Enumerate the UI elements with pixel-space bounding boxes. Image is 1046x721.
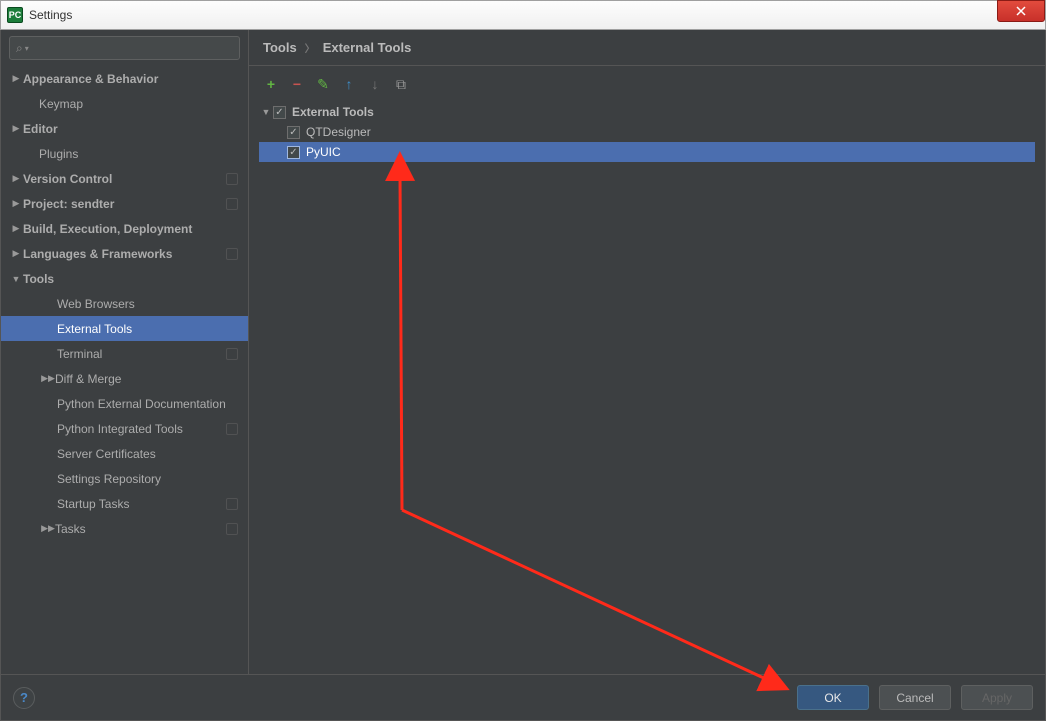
sidebar-item[interactable]: Startup Tasks [1, 491, 248, 516]
sidebar-item[interactable]: ▶Tasks [1, 516, 248, 541]
sidebar-item[interactable]: Python Integrated Tools [1, 416, 248, 441]
scope-badge-icon [226, 248, 238, 260]
sidebar-item-label: External Tools [57, 322, 132, 336]
add-button[interactable]: + [263, 76, 279, 92]
scope-badge-icon [226, 523, 238, 535]
checkbox[interactable]: ✓ [287, 126, 300, 139]
copy-button[interactable]: ⧉ [393, 76, 409, 92]
chevron-right-icon: 〉 [305, 40, 315, 55]
tool-item-label: PyUIC [306, 145, 341, 159]
chevron-icon [9, 73, 23, 84]
edit-button[interactable]: ✎ [315, 76, 331, 92]
sidebar-item-label: Languages & Frameworks [23, 247, 172, 261]
dialog-footer: ? OK Cancel Apply [1, 674, 1045, 720]
settings-container: ⌕ ▾ Appearance & Behavior Keymap Editor Plu… [0, 30, 1046, 721]
sidebar-item[interactable]: Project: sendter [1, 191, 248, 216]
sidebar-item-label: Tools [23, 272, 54, 286]
chevron-down-icon: ▾ [25, 44, 29, 53]
sidebar-item[interactable]: Editor [1, 116, 248, 141]
sidebar-item-label: Python Integrated Tools [57, 422, 183, 436]
tool-group-label: External Tools [292, 105, 374, 119]
settings-tree[interactable]: Appearance & Behavior Keymap Editor Plugins… [1, 66, 248, 674]
search-input[interactable]: ⌕ ▾ [9, 36, 240, 60]
sidebar-item-label: Python External Documentation [57, 397, 226, 411]
tool-group[interactable]: ▼✓ External Tools [259, 102, 1035, 122]
sidebar-item-label: Appearance & Behavior [23, 72, 158, 86]
chevron-icon [9, 198, 23, 209]
sidebar-item-label: Diff & Merge [55, 372, 121, 386]
sidebar-item[interactable]: Settings Repository [1, 466, 248, 491]
window-title: Settings [29, 8, 72, 22]
move-down-button[interactable]: ↓ [367, 76, 383, 92]
sidebar-item[interactable]: Terminal [1, 341, 248, 366]
chevron-icon [9, 274, 23, 284]
sidebar-item[interactable]: Tools [1, 266, 248, 291]
sidebar-item-label: Web Browsers [57, 297, 135, 311]
sidebar-item[interactable]: Web Browsers [1, 291, 248, 316]
sidebar-item-label: Version Control [23, 172, 112, 186]
chevron-icon [9, 248, 23, 259]
tool-item[interactable]: ✓ PyUIC [259, 142, 1035, 162]
chevron-icon [9, 123, 23, 134]
sidebar-item-label: Startup Tasks [57, 497, 129, 511]
window-titlebar: PC Settings [0, 0, 1046, 30]
close-icon [1016, 6, 1026, 16]
sidebar-item[interactable]: Server Certificates [1, 441, 248, 466]
sidebar-item[interactable]: Appearance & Behavior [1, 66, 248, 91]
tool-item-label: QTDesigner [306, 125, 371, 139]
search-icon: ⌕ [16, 41, 23, 56]
remove-button[interactable]: − [289, 76, 305, 92]
sidebar-item[interactable]: Keymap [1, 91, 248, 116]
sidebar-item-label: Project: sendter [23, 197, 114, 211]
toolbar: + − ✎ ↑ ↓ ⧉ [249, 70, 1045, 98]
sidebar: ⌕ ▾ Appearance & Behavior Keymap Editor Plu… [1, 30, 249, 674]
sidebar-item-label: Plugins [39, 147, 78, 161]
chevron-icon: ▶ [41, 373, 55, 384]
sidebar-item[interactable]: Python External Documentation [1, 391, 248, 416]
breadcrumb-root[interactable]: Tools [263, 40, 297, 55]
checkbox[interactable]: ✓ [287, 146, 300, 159]
scope-badge-icon [226, 198, 238, 210]
tool-item[interactable]: ✓ QTDesigner [259, 122, 1035, 142]
sidebar-item[interactable]: Languages & Frameworks [1, 241, 248, 266]
sidebar-item[interactable]: Plugins [1, 141, 248, 166]
sidebar-item-label: Settings Repository [57, 472, 161, 486]
breadcrumb: Tools 〉 External Tools [249, 30, 1045, 66]
chevron-icon: ▶ [41, 523, 55, 534]
checkbox[interactable]: ✓ [273, 106, 286, 119]
sidebar-item[interactable]: Version Control [1, 166, 248, 191]
cancel-button[interactable]: Cancel [879, 685, 951, 710]
scope-badge-icon [226, 423, 238, 435]
chevron-down-icon: ▼ [259, 107, 273, 117]
chevron-icon [9, 223, 23, 234]
app-icon: PC [7, 7, 23, 23]
sidebar-item-label: Build, Execution, Deployment [23, 222, 192, 236]
sidebar-item-label: Editor [23, 122, 58, 136]
close-button[interactable] [997, 0, 1045, 22]
sidebar-item[interactable]: Build, Execution, Deployment [1, 216, 248, 241]
sidebar-item-label: Tasks [55, 522, 86, 536]
scope-badge-icon [226, 173, 238, 185]
apply-button[interactable]: Apply [961, 685, 1033, 710]
scope-badge-icon [226, 348, 238, 360]
sidebar-item-label: Terminal [57, 347, 102, 361]
help-button[interactable]: ? [13, 687, 35, 709]
sidebar-item-label: Server Certificates [57, 447, 156, 461]
chevron-icon [9, 173, 23, 184]
sidebar-item-label: Keymap [39, 97, 83, 111]
sidebar-item[interactable]: External Tools [1, 316, 248, 341]
sidebar-item[interactable]: ▶Diff & Merge [1, 366, 248, 391]
main-panel: Tools 〉 External Tools + − ✎ ↑ ↓ ⧉ ▼✓Ext… [249, 30, 1045, 674]
external-tools-tree[interactable]: ▼✓External Tools✓QTDesigner✓PyUIC [249, 98, 1045, 162]
ok-button[interactable]: OK [797, 685, 869, 710]
breadcrumb-leaf: External Tools [323, 40, 412, 55]
scope-badge-icon [226, 498, 238, 510]
move-up-button[interactable]: ↑ [341, 76, 357, 92]
